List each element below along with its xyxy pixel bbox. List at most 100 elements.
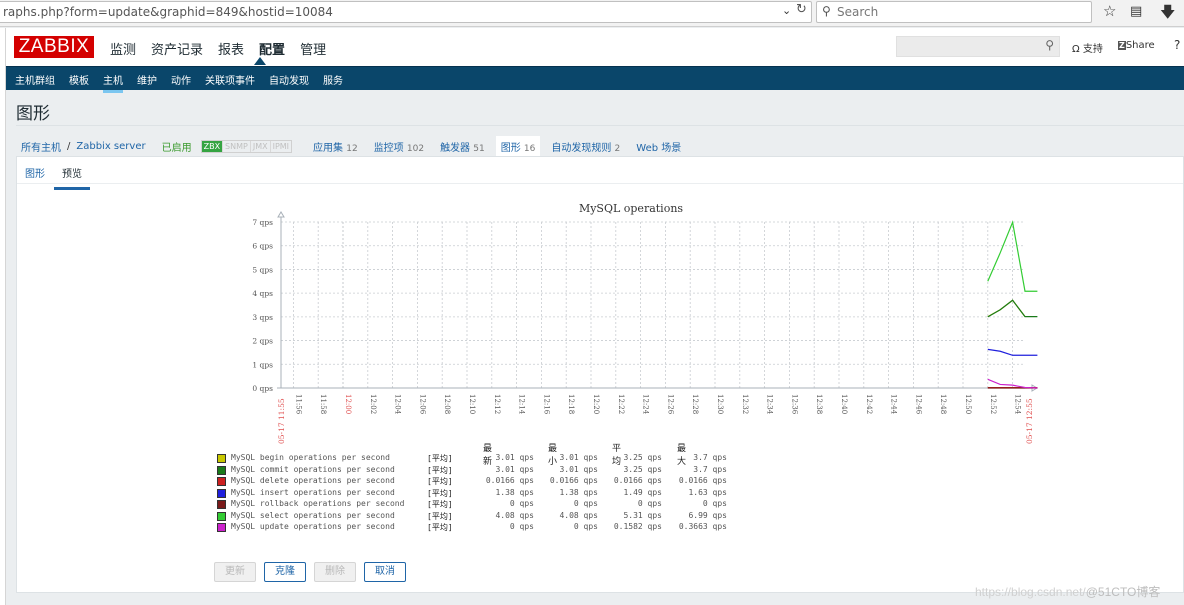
breadcrumb-host[interactable]: Zabbix server bbox=[76, 141, 145, 152]
active-menu-indicator bbox=[254, 57, 266, 65]
y-tick-label: 0 qps bbox=[252, 384, 273, 393]
cancel-button[interactable]: 取消 bbox=[364, 562, 406, 582]
breadcrumb-separator: / bbox=[67, 141, 71, 152]
share-link[interactable]: ZShare bbox=[1118, 40, 1155, 51]
series-line-5 bbox=[987, 220, 1038, 292]
legend-name: MySQL select operations per second bbox=[231, 510, 395, 520]
search-placeholder: Search bbox=[837, 5, 879, 19]
subnav-templates[interactable]: 模板 bbox=[69, 72, 89, 87]
x-axis-ticks: 11:56 11:58 12:00 12:02 12:04 12:06 12:08 12:10… bbox=[277, 394, 1034, 444]
availability-badges: ZBX SNMP JMX IPMI bbox=[200, 140, 293, 153]
legend-swatch bbox=[217, 454, 226, 463]
tab-triggers[interactable]: 触发器 51 bbox=[435, 136, 490, 157]
x-tick-label: 11:58 bbox=[319, 394, 327, 414]
reload-icon[interactable]: ↻ bbox=[796, 2, 807, 17]
y-tick-label: 7 qps bbox=[252, 218, 273, 227]
legend-name: MySQL update operations per second bbox=[231, 522, 395, 531]
zabbix-logo[interactable]: ZABBIX bbox=[14, 36, 94, 58]
subnav-maintenance[interactable]: 维护 bbox=[137, 72, 157, 87]
host-status[interactable]: 已启用 bbox=[162, 139, 192, 154]
page-title: 图形 bbox=[16, 104, 50, 124]
legend-value-max: 0 qps bbox=[702, 499, 727, 508]
x-tick-label: 12:52 bbox=[989, 394, 997, 414]
share-label: Share bbox=[1125, 40, 1155, 51]
tab-items[interactable]: 监控项 102 bbox=[369, 136, 429, 157]
help-link[interactable]: ? bbox=[1174, 38, 1180, 52]
y-axis-arrow bbox=[277, 211, 285, 218]
x-tick-label: 12:08 bbox=[443, 394, 451, 414]
watermark: https://blog.csdn.net/@51CTO博客 bbox=[975, 585, 1161, 599]
y-axis-ticks: 0 qps 1 qps 2 qps 3 qps 4 qps 5 qps 6 qps 7 qps bbox=[252, 218, 273, 393]
zabbix-header: ZABBIX 监测 资产记录 报表 配置 管理 ⚲ Ω 支持 ZShare ? bbox=[6, 28, 1184, 66]
sub-navigation: 主机群组 模板 主机 维护 动作 关联项事件 自动发现 服务 bbox=[6, 66, 1184, 93]
subnav-event-correlation[interactable]: 关联项事件 bbox=[205, 72, 255, 87]
legend-value-max: 6.99 qps bbox=[688, 510, 727, 520]
menu-reports[interactable]: 报表 bbox=[218, 39, 244, 58]
x-tick-label: 12:44 bbox=[890, 394, 898, 415]
x-tick-label: 12:36 bbox=[790, 394, 798, 415]
headset-icon: Ω bbox=[1072, 44, 1080, 55]
tab-applications[interactable]: 应用集 12 bbox=[308, 136, 363, 157]
x-tick-label: 12:16 bbox=[542, 394, 550, 415]
delete-button[interactable]: 删除 bbox=[314, 562, 356, 582]
reading-list-icon[interactable]: ▤ bbox=[1130, 4, 1142, 19]
subnav-host-groups[interactable]: 主机群组 bbox=[15, 72, 55, 87]
x-tick-label: 12:02 bbox=[369, 394, 377, 414]
menu-inventory[interactable]: 资产记录 bbox=[151, 39, 203, 58]
x-tick-label: 12:50 bbox=[964, 394, 972, 414]
tab-discovery-rules[interactable]: 自动发现规则 2 bbox=[546, 136, 625, 157]
menu-configuration[interactable]: 配置 bbox=[259, 39, 285, 58]
update-button[interactable]: 更新 bbox=[214, 562, 256, 582]
search-icon: ⚲ bbox=[822, 4, 831, 18]
x-tick-label: 12:48 bbox=[939, 394, 947, 414]
legend-swatch bbox=[217, 500, 226, 509]
sidebar-edge bbox=[0, 28, 6, 605]
search-icon: ⚲ bbox=[1045, 38, 1054, 52]
chevron-down-icon[interactable]: ⌄ bbox=[782, 4, 791, 17]
divider bbox=[16, 125, 1184, 126]
x-tick-label: 12:14 bbox=[518, 394, 526, 415]
x-tick-label: 12:34 bbox=[766, 394, 774, 415]
legend-value-max: 0.3663 qps bbox=[678, 522, 727, 531]
badge-zbx: ZBX bbox=[201, 141, 223, 152]
x-tick-label: 12:40 bbox=[840, 394, 848, 414]
legend-value-max: 3.7 qps bbox=[693, 453, 727, 462]
legend-swatch bbox=[217, 465, 226, 475]
y-tick-label: 6 qps bbox=[252, 242, 273, 251]
download-icon[interactable]: 🡇 bbox=[1160, 2, 1175, 27]
x-tick-label: 12:22 bbox=[617, 394, 625, 414]
subnav-actions[interactable]: 动作 bbox=[171, 72, 191, 87]
clone-button[interactable]: 克隆 bbox=[264, 562, 306, 582]
support-label: 支持 bbox=[1082, 44, 1103, 55]
subnav-hosts[interactable]: 主机 bbox=[103, 72, 123, 93]
x-tick-label: 12:06 bbox=[418, 394, 426, 415]
global-search-input[interactable]: ⚲ bbox=[896, 36, 1060, 57]
badge-snmp: SNMP bbox=[222, 141, 250, 152]
subnav-discovery[interactable]: 自动发现 bbox=[269, 72, 309, 87]
legend-swatch bbox=[217, 477, 226, 486]
menu-monitoring[interactable]: 监测 bbox=[110, 39, 136, 58]
url-bar[interactable]: raphs.php?form=update&graphid=849&hostid… bbox=[0, 1, 812, 23]
x-tick-label: 12:28 bbox=[691, 394, 699, 414]
tab-graphs[interactable]: 图形 16 bbox=[495, 136, 541, 157]
graph-form-panel: 图形 预览 MySQL operations 0 qps 1 qps 2 qps 3 … bbox=[16, 156, 1184, 593]
x-tick-label: 12:32 bbox=[741, 394, 749, 414]
bookmark-star-icon[interactable]: ☆ bbox=[1103, 2, 1116, 20]
legend-value-max: 0.0166 qps bbox=[678, 476, 727, 485]
browser-search-input[interactable]: ⚲ Search bbox=[816, 1, 1092, 23]
x-tick-label: 12:54 bbox=[1014, 394, 1022, 415]
badge-jmx: JMX bbox=[249, 141, 270, 152]
y-tick-label: 4 qps bbox=[252, 289, 273, 298]
menu-administration[interactable]: 管理 bbox=[300, 39, 326, 58]
legend-name: MySQL delete operations per second bbox=[231, 476, 395, 485]
subnav-services[interactable]: 服务 bbox=[323, 72, 343, 87]
top-menu: 监测 资产记录 报表 配置 管理 bbox=[110, 39, 341, 58]
legend-name: MySQL begin operations per second bbox=[231, 453, 390, 462]
breadcrumb-all-hosts[interactable]: 所有主机 bbox=[21, 139, 61, 154]
support-link[interactable]: Ω 支持 bbox=[1072, 40, 1103, 55]
tab-web-scenarios[interactable]: Web 场景 bbox=[631, 136, 686, 157]
y-tick-label: 5 qps bbox=[252, 265, 273, 274]
x-tick-label: 12:00 bbox=[344, 394, 352, 414]
x-tick-label: 12:10 bbox=[468, 394, 476, 414]
y-tick-label: 1 qps bbox=[252, 360, 273, 369]
